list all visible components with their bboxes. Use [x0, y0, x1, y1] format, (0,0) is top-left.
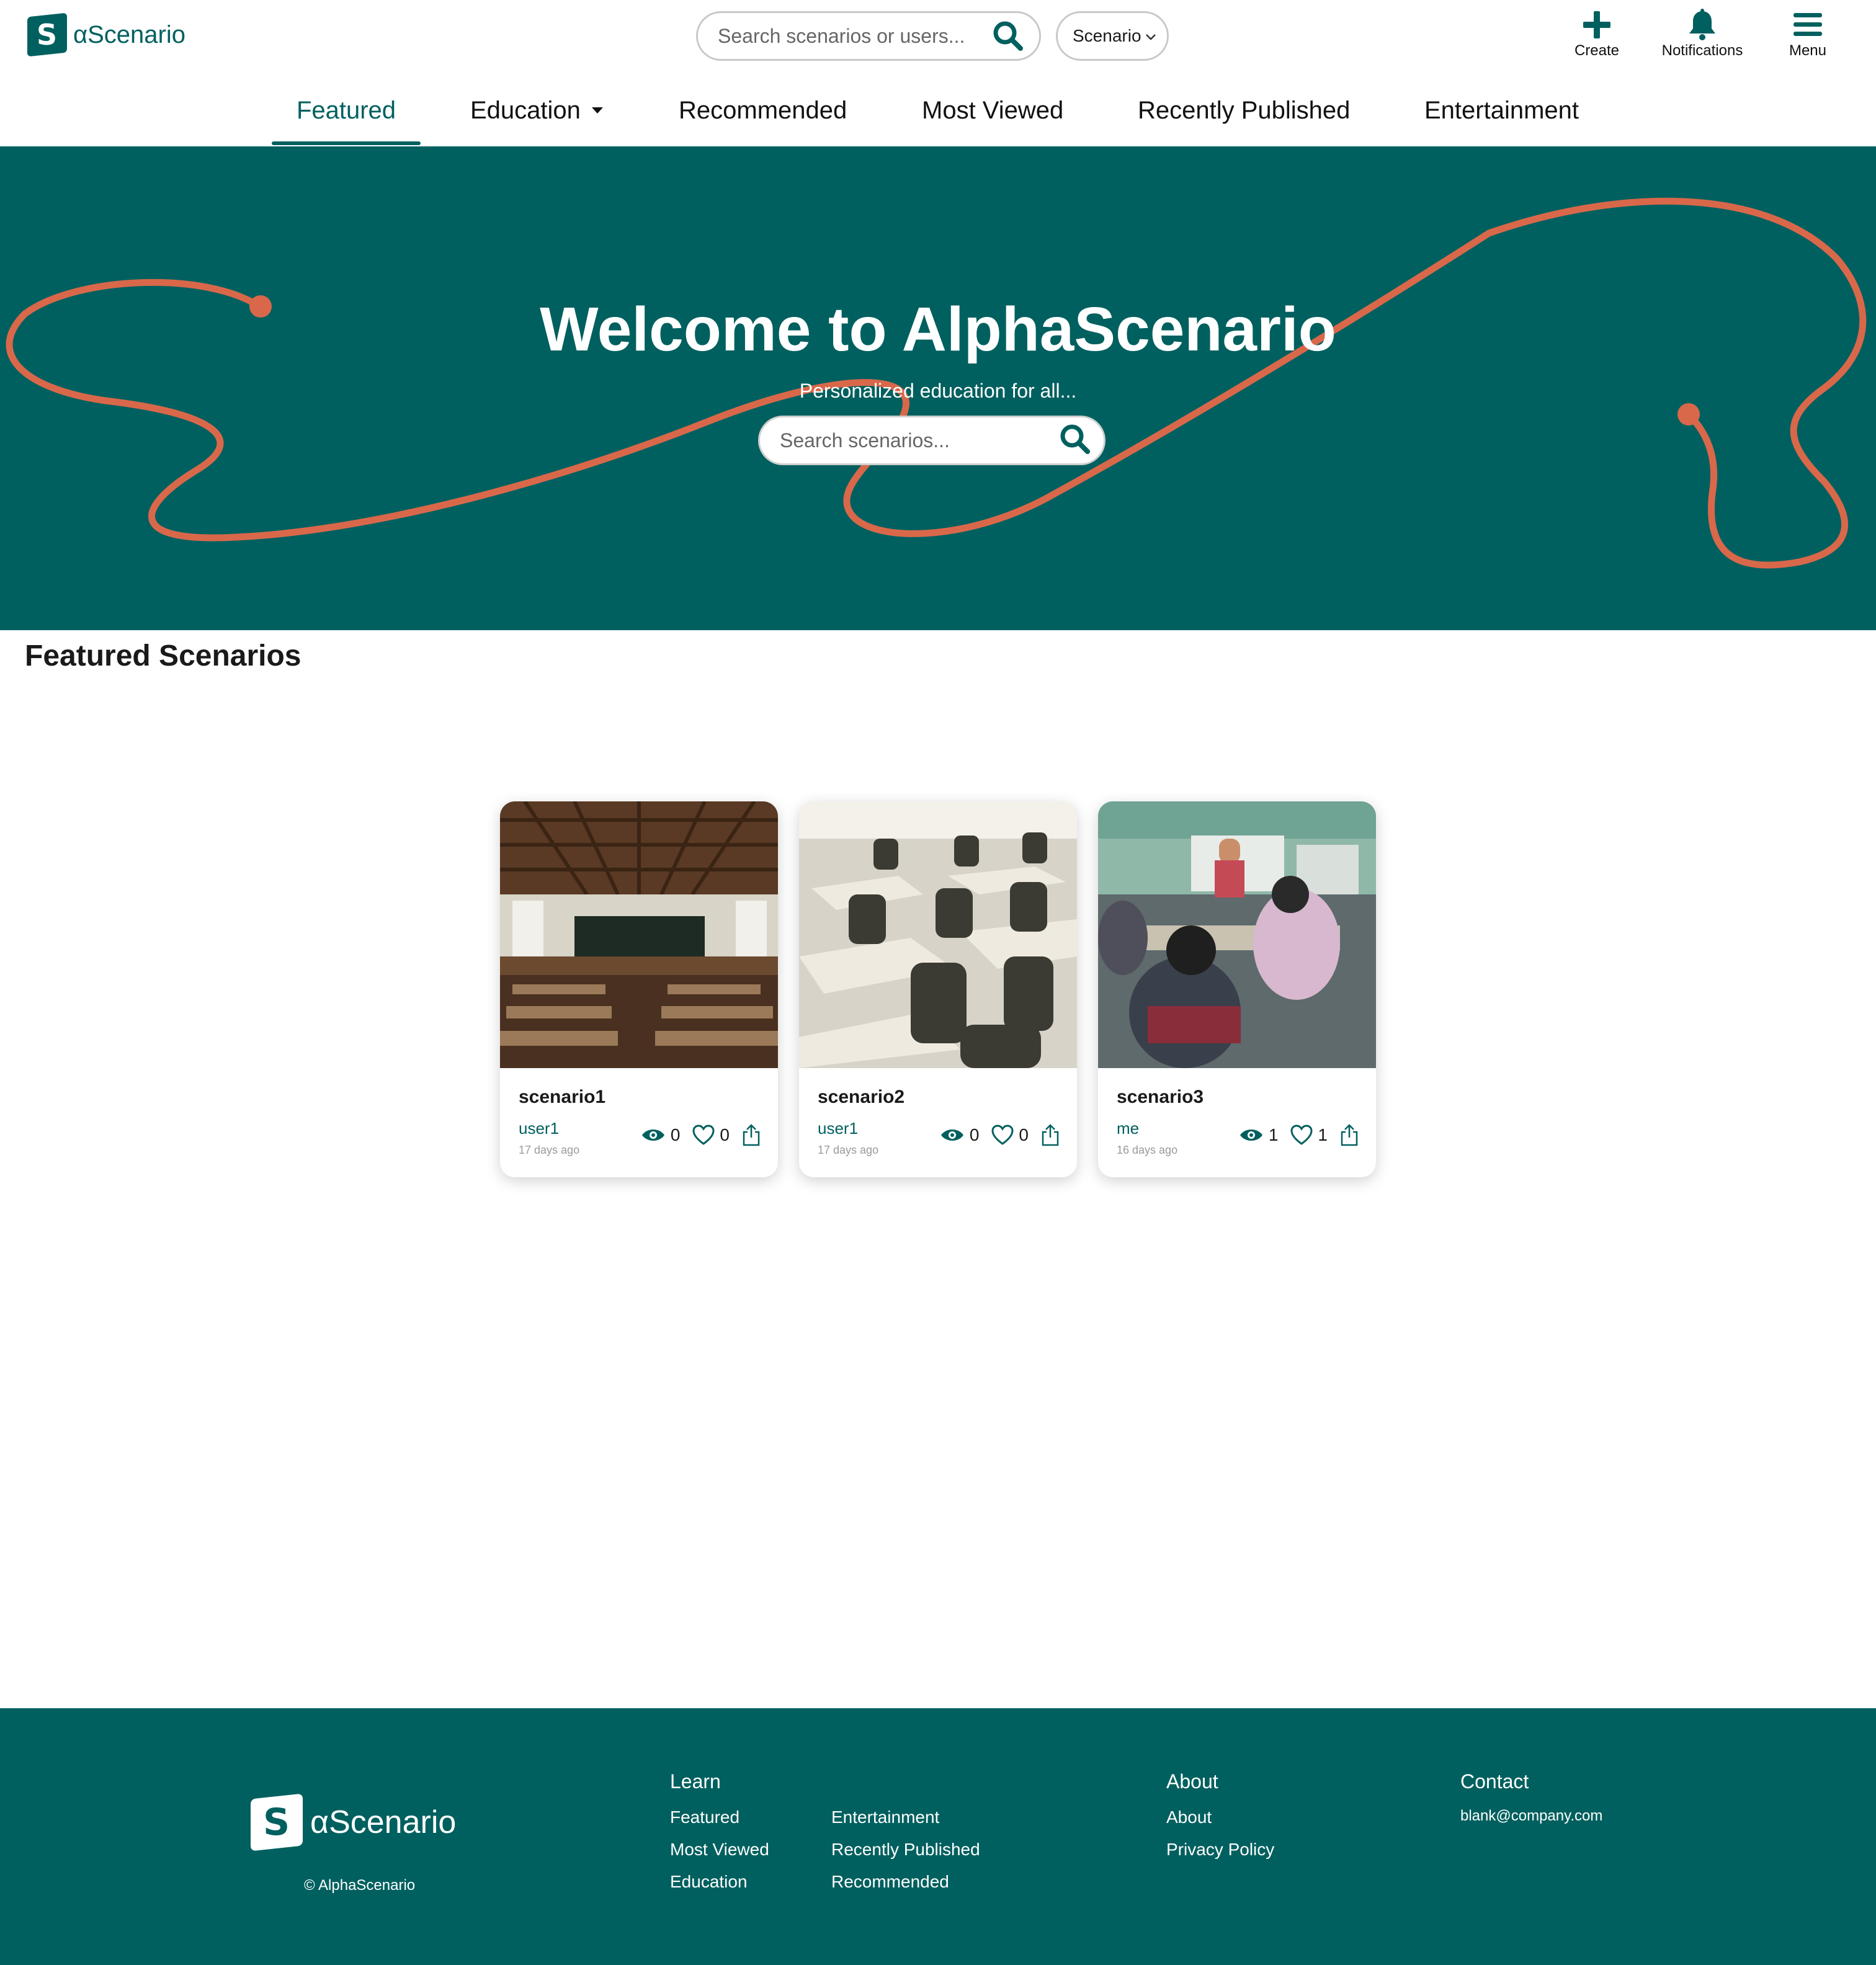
scenario-stats: 0 0: [940, 1124, 1060, 1146]
search-type-value: Scenario: [1073, 26, 1141, 45]
hero-title: Welcome to AlphaScenario: [540, 295, 1336, 364]
hero-search-input[interactable]: [780, 429, 1059, 452]
scenario-age: 17 days ago: [818, 1144, 879, 1156]
eye-icon: [641, 1130, 664, 1141]
likes-stat[interactable]: 1: [1290, 1125, 1340, 1146]
heart-icon: [692, 1125, 715, 1145]
featured-section-title: Featured Scenarios: [25, 639, 302, 672]
footer-contact-heading: Contact: [1460, 1770, 1529, 1793]
hero-banner: Welcome to AlphaScenario Personalized ed…: [0, 146, 1876, 630]
likes-stat[interactable]: 0: [991, 1125, 1041, 1146]
likes-count: 0: [1019, 1125, 1029, 1144]
notifications-label: Notifications: [1661, 42, 1743, 59]
hamburger-menu-icon: [1793, 7, 1822, 42]
scenario-card[interactable]: scenario1 user1 17 days ago 0 0: [500, 801, 778, 1177]
views-count: 1: [1268, 1125, 1279, 1144]
likes-count: 1: [1318, 1125, 1328, 1144]
menu-label: Menu: [1789, 42, 1827, 59]
scenario-title[interactable]: scenario1: [519, 1087, 605, 1108]
nav-tab-most-viewed[interactable]: Most Viewed: [922, 79, 1063, 141]
views-stat: 0: [940, 1125, 992, 1145]
views-stat: 0: [641, 1125, 693, 1145]
views-count: 0: [969, 1125, 980, 1144]
copyright-text: © AlphaScenario: [304, 1877, 416, 1894]
site-footer: S αScenario © AlphaScenario Learn Featur…: [0, 1708, 1876, 1965]
views-count: 0: [670, 1125, 681, 1144]
logo-mark-icon: S: [27, 12, 67, 57]
scenario-thumbnail: [500, 801, 778, 1068]
footer-link-education[interactable]: Education: [670, 1872, 748, 1892]
eye-icon: [940, 1130, 963, 1141]
footer-link-privacy-policy[interactable]: Privacy Policy: [1166, 1840, 1274, 1860]
search-type-select[interactable]: Scenario: [1056, 11, 1169, 61]
hero-subtitle: Personalized education for all...: [799, 380, 1077, 402]
nav-tab-recommended[interactable]: Recommended: [679, 79, 847, 141]
footer-link-most-viewed[interactable]: Most Viewed: [670, 1840, 769, 1860]
share-icon[interactable]: [1340, 1124, 1359, 1146]
scenario-stats: 1 1: [1239, 1124, 1359, 1146]
menu-button[interactable]: Menu: [1758, 7, 1857, 60]
scenario-age: 16 days ago: [1117, 1144, 1178, 1156]
footer-link-recently-published[interactable]: Recently Published: [831, 1840, 980, 1860]
nav-tab-recently-published[interactable]: Recently Published: [1138, 79, 1350, 141]
chevron-down-icon: [1145, 26, 1157, 46]
views-stat: 1: [1239, 1125, 1291, 1145]
create-label: Create: [1574, 42, 1620, 59]
scenario-age: 17 days ago: [519, 1144, 580, 1156]
category-nav: Featured Education Recommended Most View…: [0, 79, 1876, 146]
brand-logo[interactable]: S αScenario: [27, 12, 185, 57]
scenario-card[interactable]: scenario3 me 16 days ago 1 1: [1098, 801, 1376, 1177]
likes-count: 0: [720, 1125, 730, 1144]
logo-mark-icon: S: [251, 1793, 303, 1851]
scenario-thumbnail: [1098, 801, 1376, 1068]
likes-stat[interactable]: 0: [692, 1125, 742, 1146]
footer-link-recommended[interactable]: Recommended: [831, 1872, 949, 1892]
nav-tab-featured[interactable]: Featured: [272, 79, 421, 145]
eye-icon: [1240, 1130, 1262, 1141]
scenario-author-link[interactable]: user1: [818, 1119, 858, 1138]
nav-tab-education-label: Education: [470, 96, 581, 124]
scenario-card[interactable]: scenario2 user1 17 days ago 0 0: [799, 801, 1077, 1177]
caret-down-icon: [591, 107, 603, 114]
scenario-thumbnail: [799, 801, 1077, 1068]
footer-brand-logo[interactable]: S αScenario: [251, 1793, 457, 1851]
share-icon[interactable]: [742, 1124, 761, 1146]
scenario-author-link[interactable]: user1: [519, 1119, 559, 1138]
nav-tab-entertainment[interactable]: Entertainment: [1424, 79, 1579, 141]
header-search-box: [696, 11, 1041, 61]
share-icon[interactable]: [1041, 1124, 1060, 1146]
heart-icon: [1290, 1125, 1313, 1145]
footer-brand-name: αScenario: [310, 1804, 457, 1840]
create-button[interactable]: Create: [1547, 7, 1646, 60]
featured-cards: scenario1 user1 17 days ago 0 0 scenario…: [500, 801, 1377, 1177]
hero-search-box: [758, 416, 1106, 465]
footer-about-heading: About: [1166, 1770, 1218, 1793]
page: S αScenario Scenario Create Notifi: [0, 0, 1876, 1965]
heart-icon: [991, 1125, 1014, 1145]
header-search-input[interactable]: [718, 24, 992, 48]
scenario-title[interactable]: scenario2: [818, 1087, 904, 1108]
footer-learn-heading: Learn: [670, 1770, 721, 1793]
plus-icon: [1582, 7, 1612, 42]
scenario-author-link[interactable]: me: [1117, 1119, 1139, 1138]
search-icon[interactable]: [1059, 423, 1091, 458]
site-header: S αScenario Scenario Create Notifi: [0, 0, 1876, 146]
scenario-stats: 0 0: [641, 1124, 761, 1146]
contact-email-link[interactable]: blank@company.com: [1460, 1807, 1602, 1825]
brand-name: αScenario: [73, 20, 185, 48]
search-icon[interactable]: [992, 20, 1024, 52]
footer-link-featured[interactable]: Featured: [670, 1807, 739, 1827]
scenario-title[interactable]: scenario3: [1117, 1087, 1204, 1108]
footer-link-about[interactable]: About: [1166, 1807, 1212, 1827]
notifications-button[interactable]: Notifications: [1653, 7, 1752, 60]
footer-link-entertainment[interactable]: Entertainment: [831, 1807, 939, 1827]
nav-tab-education[interactable]: Education: [470, 79, 603, 141]
bell-icon: [1688, 7, 1717, 42]
